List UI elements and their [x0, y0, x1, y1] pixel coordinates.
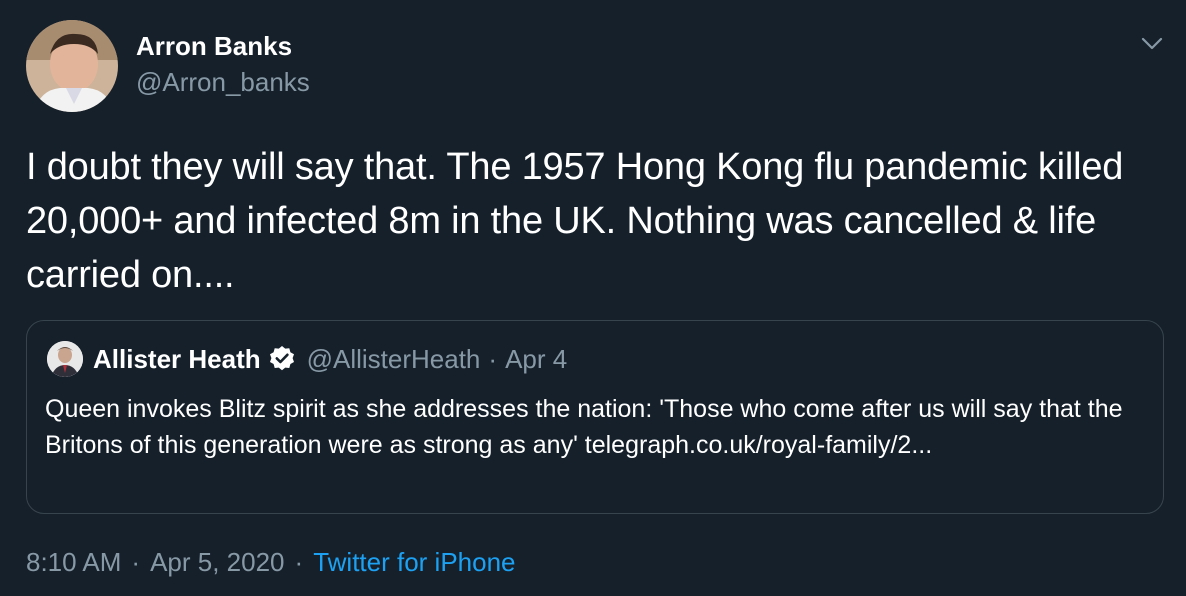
- author-handle[interactable]: @Arron_banks: [136, 66, 310, 98]
- verified-badge-icon: [267, 344, 297, 374]
- tweet-date[interactable]: Apr 5, 2020: [150, 547, 284, 577]
- quoted-tweet-text: Queen invokes Blitz spirit as she addres…: [45, 395, 1123, 459]
- separator-dot: ·: [131, 547, 141, 577]
- tweet-metadata: 8:10 AM · Apr 5, 2020 · Twitter for iPhone: [26, 544, 516, 580]
- quoted-author-handle[interactable]: @AllisterHeath: [307, 344, 481, 375]
- author-name[interactable]: Arron Banks: [136, 30, 292, 62]
- quoted-tweet-date[interactable]: Apr 4: [505, 344, 567, 375]
- chevron-down-icon[interactable]: [1138, 30, 1166, 58]
- quoted-author-avatar[interactable]: [47, 341, 83, 377]
- tweet: Arron Banks @Arron_banks I doubt they wi…: [0, 0, 1186, 596]
- separator-dot: ·: [488, 343, 498, 374]
- tweet-text: I doubt they will say that. The 1957 Hon…: [26, 146, 1124, 296]
- author-avatar[interactable]: [26, 20, 118, 112]
- separator-dot: ·: [294, 547, 304, 577]
- tweet-time[interactable]: 8:10 AM: [26, 547, 121, 577]
- quoted-tweet[interactable]: Allister Heath @AllisterHeath · Apr 4 Qu…: [26, 320, 1164, 514]
- quoted-author-name[interactable]: Allister Heath: [93, 344, 261, 375]
- tweet-source-link[interactable]: Twitter for iPhone: [313, 547, 515, 577]
- quoted-tweet-header: Allister Heath @AllisterHeath · Apr 4: [93, 341, 567, 377]
